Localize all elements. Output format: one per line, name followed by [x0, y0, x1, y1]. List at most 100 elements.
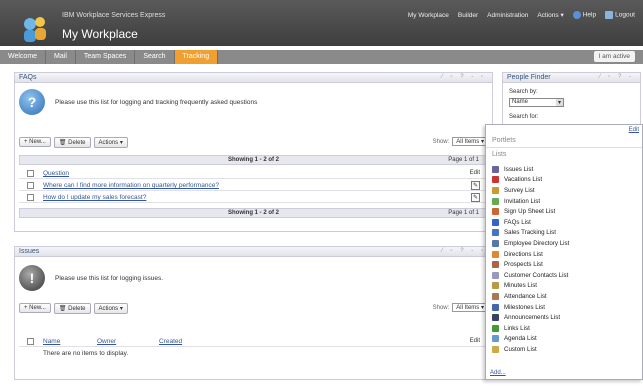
table-header-row: Question Edit	[19, 168, 488, 179]
empty-message: There are no items to display.	[43, 350, 129, 357]
tab-welcome[interactable]: Welcome	[0, 50, 47, 64]
menu-item[interactable]: Sign Up Sheet List	[492, 206, 640, 217]
edit-pencil-icon[interactable]: ✎	[471, 193, 480, 202]
column-name[interactable]: Name	[43, 338, 60, 345]
list-type-icon	[492, 176, 499, 184]
menu-item-label: Links List	[504, 324, 530, 332]
link-my-workplace[interactable]: My Workplace	[408, 12, 449, 19]
menu-item[interactable]: Links List	[492, 323, 640, 334]
toolbar: + New... 🗑 Delete Actions ▾ Show: All Ite…	[19, 301, 488, 315]
tab-mail[interactable]: Mail	[46, 50, 76, 64]
page-text: Page 1 of 1	[448, 157, 479, 163]
new-button[interactable]: + New...	[19, 303, 51, 313]
empty-row: There are no items to display.	[19, 348, 488, 359]
link-actions[interactable]: Actions ▾	[537, 11, 563, 19]
showing-text: Showing 1 - 2 of 2	[227, 157, 279, 163]
new-button[interactable]: + New...	[19, 137, 51, 147]
tab-tracking[interactable]: Tracking	[174, 50, 219, 64]
portlet-header: Issues ⁄ ▫ ? - ▫	[15, 247, 492, 257]
people-logo-icon	[24, 17, 46, 42]
menu-item[interactable]: Minutes List	[492, 281, 640, 292]
menu-item[interactable]: Milestones List	[492, 302, 640, 313]
menu-item[interactable]: Customer Contacts List	[492, 270, 640, 281]
menu-item-label: Milestones List	[504, 303, 545, 311]
menu-item[interactable]: Directions List	[492, 249, 640, 260]
column-edit: Edit	[469, 170, 480, 176]
row-link[interactable]: How do I update my sales forecast?	[43, 194, 146, 201]
actions-button[interactable]: Actions ▾	[93, 302, 128, 314]
link-builder[interactable]: Builder	[458, 12, 478, 19]
column-owner[interactable]: Owner	[97, 338, 116, 345]
row-checkbox[interactable]	[27, 182, 34, 189]
link-help[interactable]: Help	[572, 11, 596, 19]
menu-item-label: Invitation List	[504, 197, 541, 205]
portlet-header: People Finder ⁄ ▫ ? -	[503, 73, 640, 83]
menu-item[interactable]: FAQs List	[492, 217, 640, 228]
edit-pencil-icon[interactable]: ✎	[471, 181, 480, 190]
menu-item[interactable]: Employee Directory List	[492, 238, 640, 249]
column-question[interactable]: Question	[43, 170, 69, 177]
trash-icon: 🗑	[58, 305, 69, 312]
link-administration[interactable]: Administration	[487, 12, 528, 19]
menu-section-portlets[interactable]: Portlets	[492, 137, 516, 144]
page-text: Page 1 of 1	[448, 210, 479, 216]
status-button[interactable]: I am active	[593, 51, 635, 62]
list-type-icon	[492, 261, 499, 269]
list-type-icon	[492, 314, 499, 322]
page-title: My Workplace	[62, 27, 138, 41]
search-for-label: Search for:	[509, 114, 539, 120]
intro-text: Please use this list for logging issues.	[55, 274, 164, 282]
menu-item-label: Prospects List	[504, 261, 543, 269]
toolbar: + New... 🗑 Delete Actions ▾ Show: All Ite…	[19, 135, 488, 149]
pagination-bar: Showing 1 - 2 of 2 Page 1 of 1	[19, 155, 488, 165]
menu-item[interactable]: Announcements List	[492, 312, 640, 323]
menu-item[interactable]: Agenda List	[492, 334, 640, 345]
search-by-select[interactable]: Name ▾	[509, 98, 564, 107]
show-select[interactable]: All Items ▾	[452, 137, 488, 146]
list-type-icon	[492, 197, 499, 205]
list-type-icon	[492, 282, 499, 290]
list-type-icon	[492, 335, 499, 343]
table-header-row: Name Owner Created Edit	[19, 336, 488, 347]
select-all-checkbox[interactable]	[27, 170, 34, 177]
menu-item-label: Sales Tracking List	[504, 229, 556, 237]
portlet-intro: ? Please use this list for logging and t…	[19, 89, 257, 115]
portlet-controls[interactable]: ⁄ ▫ ? -	[600, 74, 634, 80]
menu-item[interactable]: Custom List	[492, 344, 640, 355]
portlet-controls[interactable]: ⁄ ▫ ? - ▫	[442, 248, 486, 254]
menu-item-label: FAQs List	[504, 218, 531, 226]
menu-item[interactable]: Attendance List	[492, 291, 640, 302]
delete-button[interactable]: 🗑 Delete	[53, 136, 91, 148]
menu-add-link[interactable]: Add...	[490, 370, 506, 376]
menu-item[interactable]: Invitation List	[492, 196, 640, 207]
row-link[interactable]: Where can I find more information on qua…	[43, 182, 219, 189]
tab-search[interactable]: Search	[135, 50, 175, 64]
show-filter: Show: All Items ▾	[433, 137, 488, 146]
menu-item-label: Customer Contacts List	[504, 271, 569, 279]
portlet-controls[interactable]: ⁄ ▫ ? - ▫	[442, 74, 486, 80]
help-icon	[572, 11, 581, 19]
menu-item[interactable]: Vacations List	[492, 175, 640, 186]
link-logout[interactable]: Logout	[605, 11, 635, 19]
pagination-bar-bottom: Showing 1 - 2 of 2 Page 1 of 1	[19, 208, 488, 218]
menu-edit-link[interactable]: Edit	[629, 127, 639, 133]
add-portlet-menu: Edit Portlets Lists Issues List Vacations…	[485, 124, 643, 380]
menu-item[interactable]: Issues List	[492, 164, 640, 175]
select-all-checkbox[interactable]	[27, 338, 34, 345]
menu-section-lists: Lists	[492, 151, 507, 158]
menu-item[interactable]: Survey List	[492, 185, 640, 196]
menu-item-label: Employee Directory List	[504, 239, 570, 247]
list-type-icon	[492, 186, 499, 194]
tab-team-spaces[interactable]: Team Spaces	[76, 50, 136, 64]
list-type-icon	[492, 250, 499, 258]
show-select[interactable]: All Items ▾	[452, 303, 488, 312]
list-type-icon	[492, 165, 499, 173]
row-checkbox[interactable]	[27, 194, 34, 201]
delete-button[interactable]: 🗑 Delete	[53, 302, 91, 314]
menu-item-label: Announcements List	[504, 314, 561, 322]
actions-button[interactable]: Actions ▾	[93, 136, 128, 148]
menu-item[interactable]: Prospects List	[492, 259, 640, 270]
list-type-icon	[492, 292, 499, 300]
column-created[interactable]: Created	[159, 338, 182, 345]
menu-item[interactable]: Sales Tracking List	[492, 228, 640, 239]
